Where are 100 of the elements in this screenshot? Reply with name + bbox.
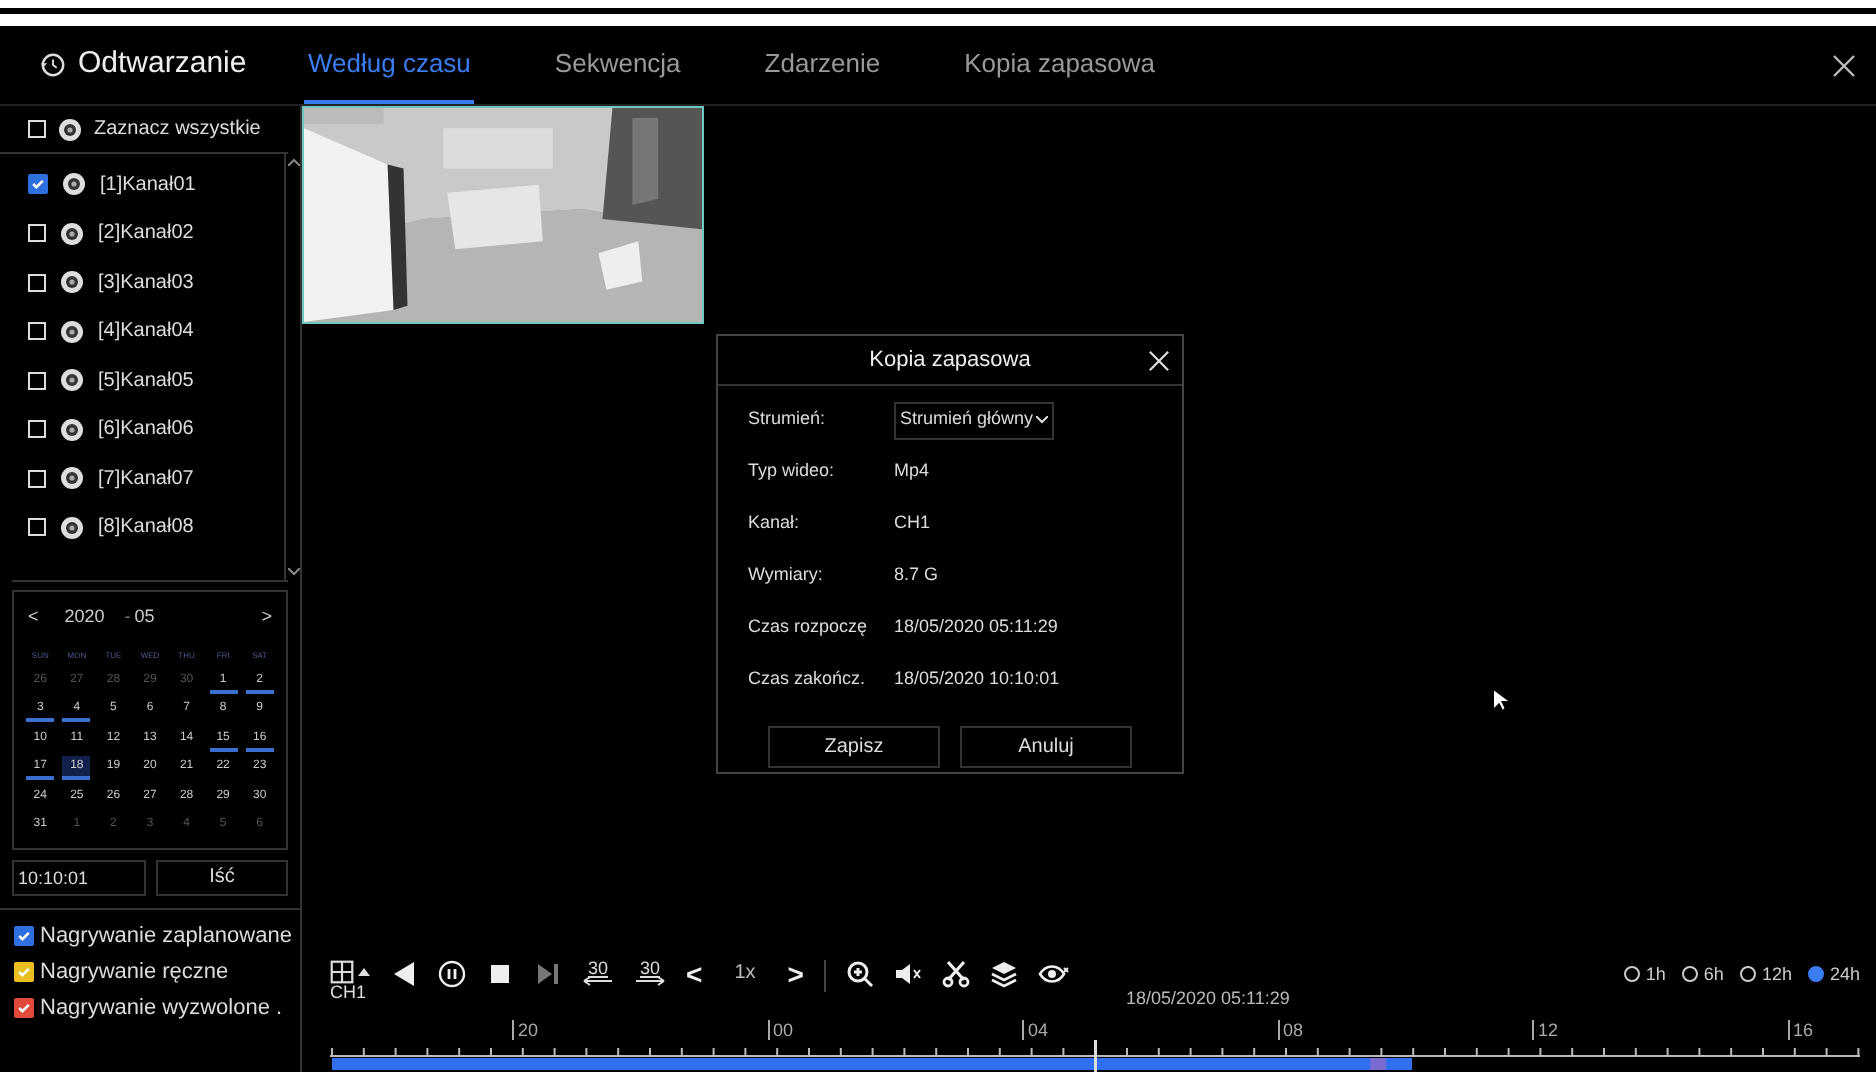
field-label: Typ wideo: <box>748 458 837 485</box>
tab[interactable]: Zdarzenie <box>760 26 885 104</box>
channel-label: CH1 <box>330 982 367 1002</box>
field-value: Mp4 <box>894 458 930 485</box>
channel-name[interactable]: [4]Kanał04 <box>98 316 194 347</box>
scroll-up-icon[interactable] <box>287 158 299 166</box>
hour-label: 04 <box>1022 1020 1049 1040</box>
range-label: 6h <box>1703 961 1724 987</box>
go-button[interactable]: Iść <box>156 859 288 895</box>
checkbox[interactable] <box>28 469 46 488</box>
layers-icon[interactable] <box>989 960 1018 988</box>
close-icon[interactable] <box>1832 53 1856 77</box>
mouse-cursor-icon <box>1494 690 1508 710</box>
legend-label: Nagrywanie zaplanowane <box>40 921 292 949</box>
legend-label: Nagrywanie ręczne <box>40 957 229 985</box>
channel-name[interactable]: [6]Kanał06 <box>98 414 194 445</box>
scrollbar[interactable] <box>284 154 300 580</box>
dialog-button[interactable]: Anuluj <box>960 726 1132 768</box>
zoom-in-icon[interactable] <box>845 960 874 988</box>
field-label: Strumień: <box>748 406 828 433</box>
timeline-ruler[interactable] <box>330 1040 1860 1072</box>
pause-icon[interactable] <box>438 960 466 988</box>
play-reverse-icon[interactable] <box>390 960 418 988</box>
checkbox[interactable] <box>28 420 46 439</box>
chevron-down-icon <box>1035 416 1048 424</box>
camera-lens-icon <box>60 319 84 344</box>
legend-checkbox[interactable] <box>14 925 34 945</box>
hour-label: 12 <box>1532 1020 1559 1040</box>
hour-label: 16 <box>1787 1020 1814 1040</box>
checkbox[interactable] <box>28 518 46 537</box>
checkbox[interactable] <box>28 224 46 243</box>
radio-button[interactable] <box>1739 966 1756 983</box>
camera-lens-icon <box>58 117 82 141</box>
range-label: 1h <box>1645 961 1666 987</box>
field-value: 18/05/2020 10:10:01 <box>894 666 1060 693</box>
select-all-label: Zaznacz wszystkie <box>94 116 261 144</box>
tab[interactable]: Kopia zapasowa <box>960 26 1160 104</box>
legend-checkbox[interactable] <box>14 997 34 1017</box>
slower-button[interactable]: < <box>686 960 703 988</box>
history-icon <box>40 52 66 78</box>
month-label: 05 <box>134 604 155 630</box>
camera-lens-icon <box>60 417 84 442</box>
channel-name[interactable]: [7]Kanał07 <box>98 463 194 494</box>
radio-button[interactable] <box>1681 966 1698 983</box>
field-label: Wymiary: <box>748 562 825 589</box>
scissors-icon[interactable] <box>941 960 970 988</box>
channel-name[interactable]: [8]Kanał08 <box>98 512 194 543</box>
checkbox[interactable] <box>28 322 46 341</box>
dialog-button[interactable]: Zapisz <box>768 726 940 768</box>
checkbox[interactable] <box>28 174 48 195</box>
hour-label: 20 <box>512 1020 539 1040</box>
previous-month-button[interactable]: < <box>22 604 45 631</box>
hour-label: 00 <box>767 1020 794 1040</box>
grid-layout-icon[interactable] <box>330 960 354 984</box>
checkbox[interactable] <box>28 120 46 138</box>
tab[interactable]: Sekwencja <box>550 26 685 104</box>
year-label: 2020 <box>64 604 105 630</box>
channel-name[interactable]: [2]Kanał02 <box>98 218 194 249</box>
time-field[interactable]: 10:10:01 <box>12 859 146 895</box>
field-label: Kanał: <box>748 510 802 537</box>
legend-label: Nagrywanie wyzwolone . <box>40 993 283 1021</box>
date-separator: - <box>124 604 131 630</box>
scroll-down-icon[interactable] <box>287 568 299 576</box>
hour-label: 08 <box>1277 1020 1304 1040</box>
mute-icon[interactable] <box>893 960 922 988</box>
step-forward-icon[interactable] <box>534 960 562 988</box>
field-value: CH1 <box>894 510 931 537</box>
channel-name[interactable]: [3]Kanał03 <box>98 267 194 298</box>
channel-name[interactable]: [1]Kanał01 <box>100 169 196 200</box>
range-label: 24h <box>1829 961 1860 987</box>
checkbox[interactable] <box>28 273 46 292</box>
tab[interactable]: Według czasu <box>304 26 475 104</box>
radio-button[interactable] <box>1807 966 1824 983</box>
camera-lens-icon <box>60 270 84 295</box>
close-icon[interactable] <box>1148 349 1170 371</box>
stream-select[interactable]: Strumień główny <box>894 401 1054 439</box>
dialog-title: Kopia zapasowa <box>869 345 1031 376</box>
eye-icon[interactable] <box>1037 960 1070 988</box>
faster-button[interactable]: > <box>787 960 804 988</box>
legend-checkbox[interactable] <box>14 961 34 981</box>
channel-name[interactable]: [5]Kanał05 <box>98 365 194 396</box>
field-label: Czas rozpoczę <box>748 614 870 641</box>
field-value: 18/05/2020 05:11:29 <box>894 614 1058 641</box>
camera-lens-icon <box>60 368 84 393</box>
timestamp: 18/05/2020 05:11:29 <box>1125 988 1290 1008</box>
camera-lens-icon <box>60 466 84 491</box>
skip-forward-button[interactable]: 30 <box>634 960 666 986</box>
left-arrow-icon <box>582 976 614 986</box>
field-value: 8.7 G <box>894 562 939 589</box>
right-arrow-icon <box>634 976 666 986</box>
camera-lens-icon <box>62 172 86 197</box>
field-label: Czas zakończ. <box>748 666 868 693</box>
speed-label: 1x <box>734 960 756 988</box>
caret-icon[interactable] <box>358 968 370 976</box>
stop-icon[interactable] <box>486 960 514 988</box>
radio-button[interactable] <box>1623 966 1640 983</box>
next-month-button[interactable]: > <box>255 604 278 631</box>
page-title: Odtwarzanie <box>78 44 247 85</box>
skip-back-button[interactable]: 30 <box>582 960 614 986</box>
checkbox[interactable] <box>28 371 46 390</box>
